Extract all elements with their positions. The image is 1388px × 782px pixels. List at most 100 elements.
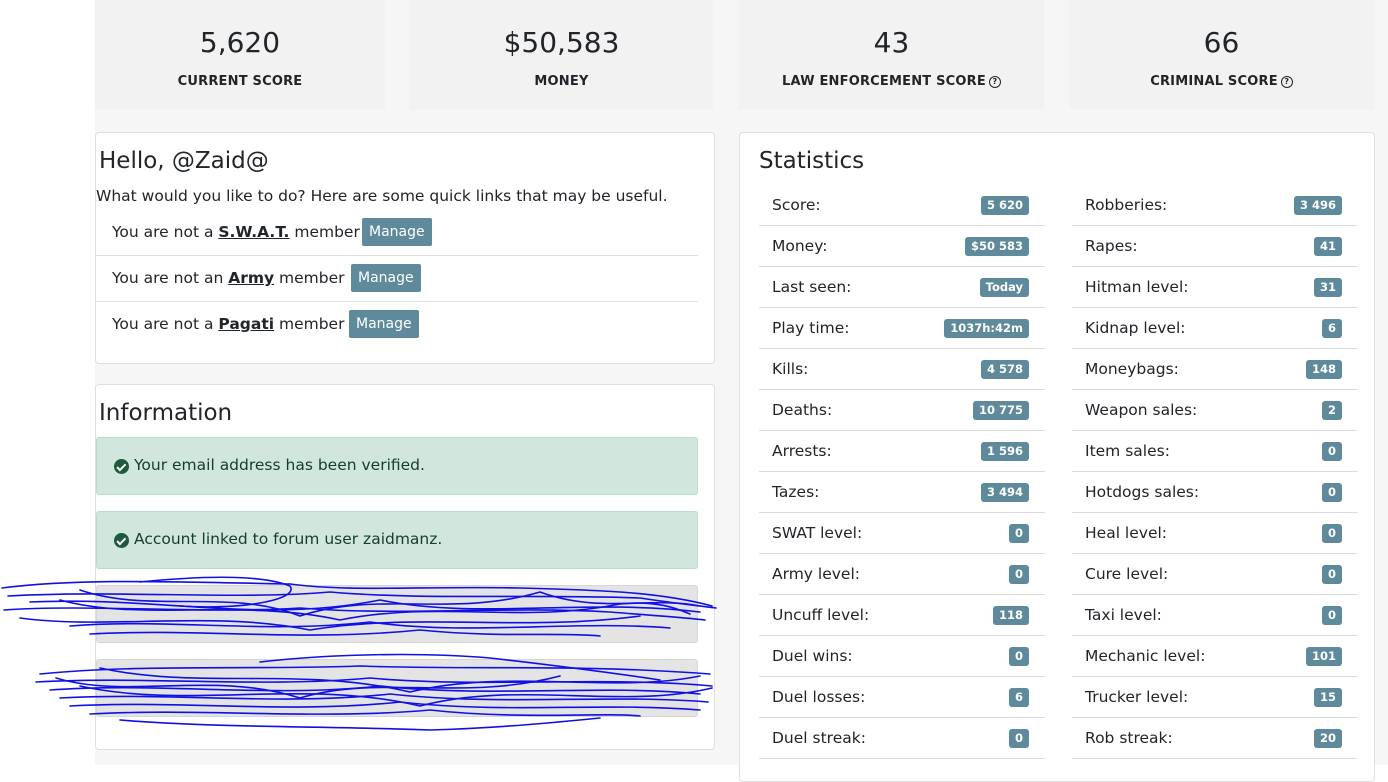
pagati-link[interactable]: Pagati xyxy=(218,315,274,333)
law-enforcement-score-card: 43 LAW ENFORCEMENT SCORE? xyxy=(739,0,1044,110)
check-circle-icon xyxy=(114,459,129,474)
stat-value-badge: $50 583 xyxy=(964,237,1029,256)
stat-label: Duel streak: xyxy=(772,729,866,747)
stat-value-badge: 0 xyxy=(1321,565,1342,584)
stat-value-badge: 0 xyxy=(1008,524,1029,543)
help-icon[interactable]: ? xyxy=(988,76,1001,88)
stat-label: Kills: xyxy=(772,360,809,378)
stat-value-badge: 15 xyxy=(1313,688,1342,707)
stat-value-badge: 101 xyxy=(1305,647,1342,666)
stat-value-badge: 5 620 xyxy=(980,196,1029,215)
swat-link[interactable]: S.W.A.T. xyxy=(218,223,289,241)
stat-value-badge: 6 xyxy=(1008,688,1029,707)
stat-row: SWAT level: 0 xyxy=(759,513,1045,554)
stat-label: Weapon sales: xyxy=(1085,401,1198,419)
stat-row: Hitman level: 31 xyxy=(1072,267,1358,308)
current-score-label: CURRENT SCORE xyxy=(177,74,303,89)
stat-value-badge: 3 496 xyxy=(1293,196,1342,215)
stat-row: Play time: 1037h:42m xyxy=(759,308,1045,349)
stat-row: Money: $50 583 xyxy=(759,226,1045,267)
stat-label: Arrests: xyxy=(772,442,832,460)
stat-row: Moneybags: 148 xyxy=(1072,349,1358,390)
stat-value-badge: 0 xyxy=(1008,647,1029,666)
stat-label: Duel wins: xyxy=(772,647,853,665)
stat-value-badge: 118 xyxy=(992,606,1029,625)
criminal-score-text: CRIMINAL SCORE xyxy=(1150,74,1278,89)
alert-text: Your email address has been verified. xyxy=(134,456,425,474)
stat-row: Deaths: 10 775 xyxy=(759,390,1045,431)
divider xyxy=(96,255,698,256)
stat-label: Hitman level: xyxy=(1085,278,1189,296)
stat-value-badge: 31 xyxy=(1313,278,1342,297)
law-enforcement-score-label: LAW ENFORCEMENT SCORE? xyxy=(739,74,1044,89)
stat-row: Kidnap level: 6 xyxy=(1072,308,1358,349)
stat-label: Mechanic level: xyxy=(1085,647,1206,665)
membership-suffix: member xyxy=(289,223,360,241)
email-verified-alert: Your email address has been verified. xyxy=(96,437,698,495)
stat-label: Kidnap level: xyxy=(1085,319,1186,337)
hello-title: Hello, @Zaid@ xyxy=(99,148,269,174)
stat-row: Army level: 0 xyxy=(759,554,1045,595)
stat-value-badge: 148 xyxy=(1305,360,1342,379)
stat-row: Heal level: 0 xyxy=(1072,513,1358,554)
membership-prefix: You are not a xyxy=(112,315,219,333)
stat-label: Robberies: xyxy=(1085,196,1168,214)
hello-subtitle: What would you like to do? Here are some… xyxy=(96,187,668,205)
manage-swat-button[interactable]: Manage xyxy=(362,218,432,246)
stat-value-badge: 2 xyxy=(1321,401,1342,420)
stat-row: Taxi level: 0 xyxy=(1072,595,1358,636)
stat-row: Arrests: 1 596 xyxy=(759,431,1045,472)
statistics-title: Statistics xyxy=(759,148,865,174)
stat-row: Trucker level: 15 xyxy=(1072,677,1358,718)
money-value: $50,583 xyxy=(503,26,620,59)
stat-value-badge: 0 xyxy=(1321,524,1342,543)
alert-text: Account linked to forum user zaidmanz. xyxy=(134,530,443,548)
current-score-value: 5,620 xyxy=(199,26,281,59)
law-enforcement-score-text: LAW ENFORCEMENT SCORE xyxy=(782,74,986,89)
stat-value-badge: 10 775 xyxy=(972,401,1029,420)
stat-row: Rob streak: 20 xyxy=(1072,718,1358,759)
help-icon[interactable]: ? xyxy=(1280,76,1293,88)
money-label: MONEY xyxy=(534,74,589,89)
stat-label: Rapes: xyxy=(1085,237,1138,255)
stat-row: Duel losses: 6 xyxy=(759,677,1045,718)
stat-label: Item sales: xyxy=(1085,442,1170,460)
criminal-score-card: 66 CRIMINAL SCORE? xyxy=(1069,0,1374,110)
stat-label: Trucker level: xyxy=(1085,688,1189,706)
forum-linked-alert: Account linked to forum user zaidmanz. xyxy=(96,511,698,569)
stat-value-badge: 0 xyxy=(1321,442,1342,461)
stat-label: Hotdogs sales: xyxy=(1085,483,1200,501)
stat-value-badge: 41 xyxy=(1313,237,1342,256)
army-link[interactable]: Army xyxy=(228,269,274,287)
stat-label: Money: xyxy=(772,237,828,255)
stat-value-badge: 6 xyxy=(1321,319,1342,338)
criminal-score-value: 66 xyxy=(1203,26,1240,59)
stat-row: Uncuff level: 118 xyxy=(759,595,1045,636)
stat-row: Duel streak: 0 xyxy=(759,718,1045,759)
membership-prefix: You are not a xyxy=(112,223,219,241)
stat-row: Robberies: 3 496 xyxy=(1072,185,1358,226)
stat-label: Score: xyxy=(772,196,821,214)
manage-army-button[interactable]: Manage xyxy=(351,264,421,292)
membership-prefix: You are not an xyxy=(112,269,229,287)
check-circle-icon xyxy=(114,533,129,548)
current-score-card: 5,620 CURRENT SCORE xyxy=(95,0,385,110)
stat-value-badge: 20 xyxy=(1313,729,1342,748)
stat-label: Tazes: xyxy=(772,483,820,501)
stat-label: Duel losses: xyxy=(772,688,866,706)
stat-label: Moneybags: xyxy=(1085,360,1179,378)
stat-value-badge: 0 xyxy=(1321,606,1342,625)
stat-label: Last seen: xyxy=(772,278,852,296)
stat-label: Play time: xyxy=(772,319,850,337)
stat-row: Item sales: 0 xyxy=(1072,431,1358,472)
stat-label: Deaths: xyxy=(772,401,833,419)
stat-value-badge: 0 xyxy=(1008,729,1029,748)
stat-value-badge: 1037h:42m xyxy=(944,319,1029,338)
redaction-scribble xyxy=(1,576,717,731)
stat-label: Rob streak: xyxy=(1085,729,1173,747)
stat-row: Hotdogs sales: 0 xyxy=(1072,472,1358,513)
manage-pagati-button[interactable]: Manage xyxy=(349,310,419,338)
stat-label: Cure level: xyxy=(1085,565,1169,583)
stat-row: Score: 5 620 xyxy=(759,185,1045,226)
membership-suffix: member xyxy=(274,269,345,287)
